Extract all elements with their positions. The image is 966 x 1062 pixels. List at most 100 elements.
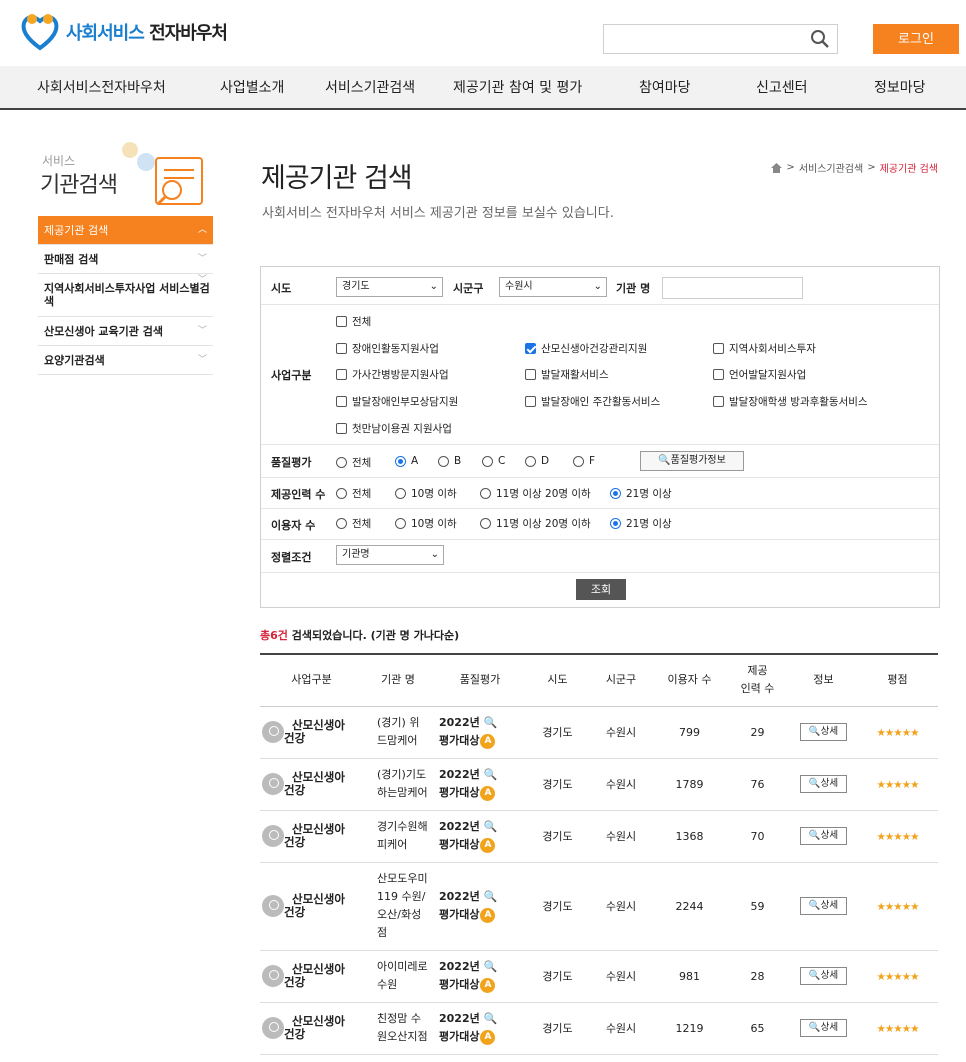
grade-badge: A [480, 977, 496, 993]
user-count-radio[interactable]: 11명 이상 20명 이하 [480, 516, 591, 531]
user-count-radio[interactable]: 21명 이상 [610, 516, 672, 531]
biz-checkbox[interactable]: 발달장애인 주간활동서비스 [525, 394, 660, 409]
side-nav-item[interactable]: 지역사회서비스투자사업 서비스별검색 ﹀ [38, 274, 213, 317]
sigungu-select[interactable]: 수원시 ⌄ [499, 277, 607, 297]
radio[interactable] [610, 518, 621, 529]
radio[interactable] [438, 455, 449, 467]
org-name-cell[interactable]: 산모도우미 119 수원/오산/화성 점 [363, 862, 433, 951]
detail-button[interactable]: 🔍상세 [800, 775, 847, 793]
staff-count-radio[interactable]: 21명 이상 [610, 486, 672, 501]
page-description: 사회서비스 전자바우처 서비스 제공기관 정보를 보실수 있습니다. [262, 206, 614, 221]
search-button[interactable]: 조회 [576, 579, 626, 600]
search-icon[interactable]: 🔍 [480, 820, 498, 833]
nav-item[interactable]: 참여마당 [639, 66, 691, 110]
org-name-input[interactable] [662, 277, 803, 299]
nav-item[interactable]: 서비스기관검색 [325, 66, 415, 110]
nav-item[interactable]: 사회서비스전자바우처 [37, 66, 166, 110]
logo[interactable]: 사회서비스 전자바우처 [18, 10, 228, 54]
radio[interactable] [336, 518, 347, 529]
nav-item[interactable]: 제공기관 참여 및 평가 [453, 66, 582, 110]
quality-radio[interactable]: D [525, 455, 549, 467]
side-nav-item[interactable]: 판매점 검색 ﹀ [38, 245, 213, 274]
biz-checkbox[interactable]: 발달재활서비스 [525, 367, 609, 382]
radio[interactable] [336, 457, 347, 468]
biz-checkbox[interactable]: 지역사회서비스투자 [713, 341, 816, 356]
radio[interactable] [395, 518, 406, 529]
quality-radio[interactable]: A [395, 455, 418, 467]
sort-select[interactable]: 기관명 ⌄ [336, 545, 444, 565]
search-icon[interactable] [809, 28, 831, 50]
rating-cell: ★★★★★ [857, 706, 938, 759]
search-input[interactable] [603, 24, 838, 54]
user-count-radio[interactable]: 전체 [336, 516, 371, 531]
home-icon[interactable] [771, 162, 783, 173]
rating-cell: ★★★★★ [857, 862, 938, 951]
checkbox[interactable] [713, 343, 724, 354]
staff-count-radio[interactable]: 전체 [336, 486, 371, 501]
checkbox[interactable] [336, 343, 347, 354]
user-icon [262, 965, 284, 987]
radio[interactable] [480, 518, 491, 529]
side-nav-item[interactable]: 제공기관 검색 ︿ [38, 216, 213, 245]
biz-checkbox[interactable]: 가사간병방문지원사업 [336, 367, 449, 382]
nav-item[interactable]: 정보마당 [874, 66, 926, 110]
radio[interactable] [395, 488, 406, 499]
radio[interactable] [336, 488, 347, 499]
quality-info-button[interactable]: 🔍품질평가정보 [640, 451, 744, 471]
staff-count-radio[interactable]: 11명 이상 20명 이하 [480, 486, 591, 501]
detail-button[interactable]: 🔍상세 [800, 723, 847, 741]
radio[interactable] [525, 455, 536, 467]
checkbox[interactable] [336, 396, 347, 407]
user-count-radio[interactable]: 10명 이하 [395, 516, 457, 531]
nav-item[interactable]: 신고센터 [756, 66, 808, 110]
radio[interactable] [482, 455, 493, 467]
sido-select[interactable]: 경기도 ⌄ [336, 277, 443, 297]
radio[interactable] [610, 488, 621, 499]
checkbox[interactable] [713, 369, 724, 380]
org-name-cell[interactable]: 경기수원해 피케어 [363, 810, 433, 863]
detail-button[interactable]: 🔍상세 [800, 967, 847, 985]
checkbox[interactable] [713, 396, 724, 407]
org-name-cell[interactable]: 아이미레로 수원 [363, 950, 433, 1003]
biz-checkbox[interactable]: 첫만남이용권 지원사업 [336, 421, 452, 436]
detail-button[interactable]: 🔍상세 [800, 1019, 847, 1037]
detail-button[interactable]: 🔍상세 [800, 897, 847, 915]
quality-radio[interactable]: B [438, 455, 461, 467]
biz-checkbox[interactable]: 언어발달지원사업 [713, 367, 806, 382]
biz-checkbox-all[interactable]: 전체 [336, 314, 371, 329]
biz-checkbox[interactable]: 발달장애학생 방과후활동서비스 [713, 394, 868, 409]
table-header: 평점 [857, 654, 938, 707]
biz-checkbox[interactable]: 발달장애인부모상담지원 [336, 394, 458, 409]
sido-cell: 경기도 [527, 950, 588, 1003]
checkbox[interactable] [336, 369, 347, 380]
radio[interactable] [395, 455, 406, 467]
side-nav-item[interactable]: 요양기관검색 ﹀ [38, 346, 213, 375]
quality-radio[interactable]: C [482, 455, 505, 467]
biz-checkbox[interactable]: 산모신생아건강관리지원 [525, 341, 647, 356]
org-name-cell[interactable]: (경기) 위 드맘케어 [363, 706, 433, 759]
search-icon[interactable]: 🔍 [480, 1012, 498, 1025]
search-icon[interactable]: 🔍 [480, 716, 498, 729]
side-nav-item[interactable]: 산모신생아 교육기관 검색 ﹀ [38, 317, 213, 346]
search-icon[interactable]: 🔍 [480, 960, 498, 973]
biz-checkbox[interactable]: 장애인활동지원사업 [336, 341, 439, 356]
checkbox[interactable] [525, 369, 536, 380]
org-name-cell[interactable]: 친정맘 수 원오산지점 [363, 1002, 433, 1055]
org-name-cell[interactable]: (경기)기도 하는맘케어 [363, 758, 433, 811]
chevron-down-icon: ﹀ [197, 254, 207, 264]
breadcrumb-item[interactable]: 서비스기관검색 [799, 160, 863, 175]
radio[interactable] [573, 455, 584, 467]
checkbox[interactable] [336, 423, 347, 434]
search-icon[interactable]: 🔍 [480, 768, 498, 781]
radio[interactable] [480, 488, 491, 499]
checkbox[interactable] [525, 396, 536, 407]
quality-radio[interactable]: F [573, 455, 595, 467]
nav-item[interactable]: 사업별소개 [220, 66, 284, 110]
staff-count-radio[interactable]: 10명 이하 [395, 486, 457, 501]
checkbox[interactable] [336, 316, 347, 327]
search-icon[interactable]: 🔍 [480, 890, 498, 903]
quality-radio[interactable]: 전체 [336, 455, 371, 470]
detail-button[interactable]: 🔍상세 [800, 827, 847, 845]
checkbox[interactable] [525, 343, 536, 354]
login-button[interactable]: 로그인 [873, 24, 959, 54]
